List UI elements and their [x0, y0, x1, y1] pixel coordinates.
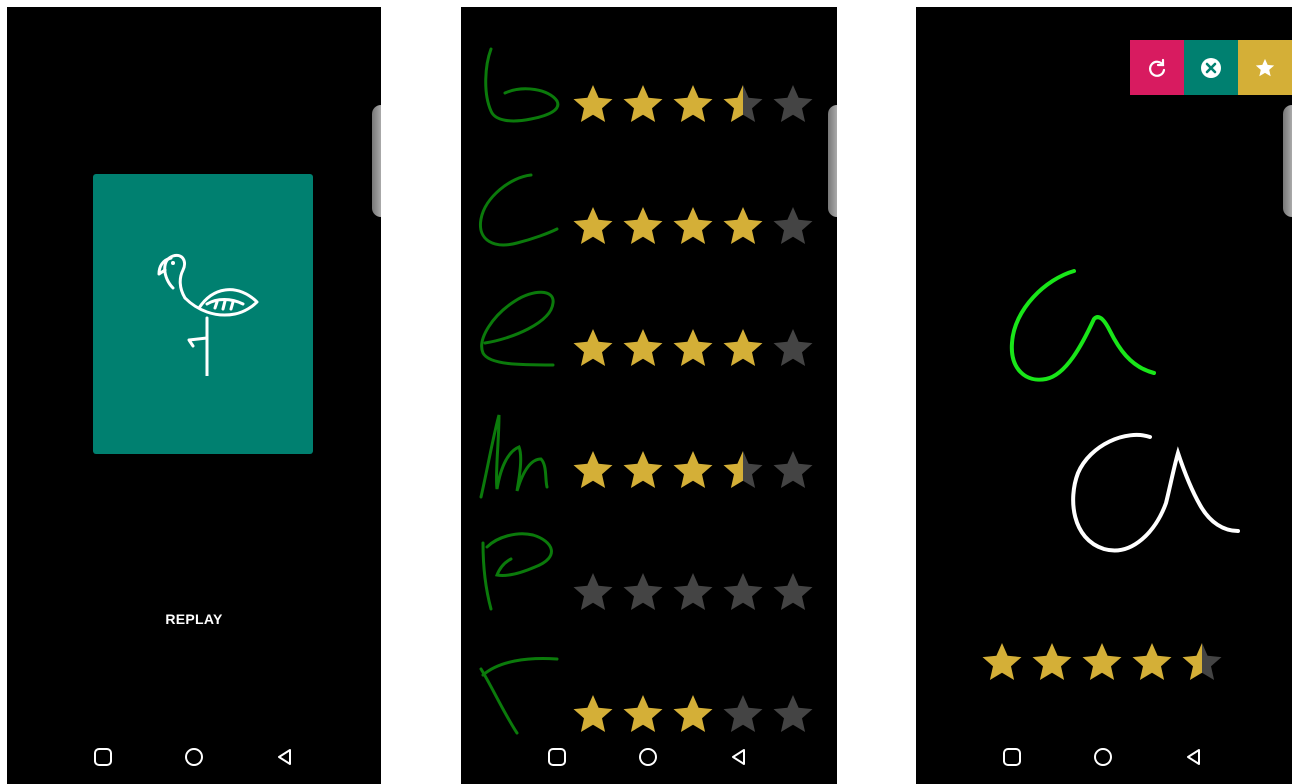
star-empty-icon	[773, 573, 813, 610]
rating-stars	[573, 329, 813, 366]
star-empty-icon	[573, 573, 613, 610]
letter-row-p[interactable]	[461, 523, 837, 633]
flamingo-card-screen: REPLAY	[7, 7, 381, 784]
refresh-icon	[1149, 58, 1166, 77]
rating-stars	[573, 695, 813, 732]
replay-button[interactable]: REPLAY	[7, 611, 381, 627]
star-filled-icon	[673, 329, 713, 366]
close-icon	[1201, 57, 1221, 78]
letter-stroke-b	[484, 47, 560, 123]
star-half-icon	[1182, 643, 1222, 680]
back-icon[interactable]	[274, 746, 296, 768]
star-empty-icon	[723, 695, 763, 732]
star-filled-icon	[623, 451, 663, 488]
star-half-icon	[723, 451, 763, 488]
star-filled-icon	[623, 329, 663, 366]
star-filled-icon	[723, 329, 763, 366]
letter-stroke-e	[480, 290, 555, 367]
star-filled-icon	[673, 451, 713, 488]
letter-row-c[interactable]	[461, 157, 837, 267]
letter-stroke-r	[479, 657, 559, 735]
reference-letter-stroke	[1009, 269, 1156, 382]
star-filled-icon	[673, 207, 713, 244]
letter-ratings-screen	[461, 7, 837, 784]
star-empty-icon	[773, 451, 813, 488]
home-icon[interactable]	[1092, 746, 1114, 768]
star-icon	[1255, 58, 1275, 76]
home-icon[interactable]	[183, 746, 205, 768]
star-empty-icon	[773, 85, 813, 122]
star-filled-icon	[573, 329, 613, 366]
letter-row-e[interactable]	[461, 279, 837, 389]
refresh-button[interactable]	[1130, 40, 1184, 95]
star-filled-icon	[623, 207, 663, 244]
edge-panel-handle[interactable]	[1283, 105, 1292, 217]
star-filled-icon	[623, 695, 663, 732]
star-filled-icon	[723, 207, 763, 244]
rating-stars	[573, 207, 813, 244]
letter-row-b[interactable]	[461, 35, 837, 145]
home-icon[interactable]	[637, 746, 659, 768]
star-filled-icon	[573, 85, 613, 122]
flamingo-card[interactable]	[93, 174, 313, 454]
star-filled-icon	[1082, 643, 1122, 680]
recents-icon[interactable]	[92, 746, 114, 768]
letter-stroke-p	[481, 532, 553, 611]
star-filled-icon	[673, 85, 713, 122]
system-nav-bar	[7, 740, 381, 784]
system-nav-bar	[916, 740, 1292, 784]
overall-rating-stars	[982, 643, 1222, 680]
star-filled-icon	[573, 207, 613, 244]
star-filled-icon	[573, 695, 613, 732]
star-filled-icon	[573, 451, 613, 488]
back-icon[interactable]	[728, 746, 750, 768]
action-toolbar	[1130, 40, 1292, 95]
letter-stroke-m	[479, 414, 549, 499]
rating-stars	[573, 451, 813, 488]
star-filled-icon	[1032, 643, 1072, 680]
star-empty-icon	[623, 573, 663, 610]
star-filled-icon	[1132, 643, 1172, 680]
star-empty-icon	[673, 573, 713, 610]
letter-stroke-c	[478, 173, 559, 247]
flamingo-icon	[157, 253, 259, 376]
rating-stars	[573, 85, 813, 122]
letter-row-r[interactable]	[461, 645, 837, 755]
rate-button[interactable]	[1238, 40, 1292, 95]
user-letter-stroke	[1071, 432, 1240, 553]
recents-icon[interactable]	[1001, 746, 1023, 768]
edge-panel-handle[interactable]	[372, 105, 381, 217]
clear-button[interactable]	[1184, 40, 1238, 95]
rating-stars	[573, 573, 813, 610]
star-filled-icon	[982, 643, 1022, 680]
letter-row-m[interactable]	[461, 401, 837, 511]
star-half-icon	[723, 85, 763, 122]
recents-icon[interactable]	[546, 746, 568, 768]
star-filled-icon	[623, 85, 663, 122]
star-empty-icon	[773, 207, 813, 244]
system-nav-bar	[461, 740, 837, 784]
star-filled-icon	[673, 695, 713, 732]
back-icon[interactable]	[1183, 746, 1205, 768]
letter-practice-screen	[916, 7, 1292, 784]
star-empty-icon	[773, 329, 813, 366]
star-empty-icon	[723, 573, 763, 610]
star-empty-icon	[773, 695, 813, 732]
